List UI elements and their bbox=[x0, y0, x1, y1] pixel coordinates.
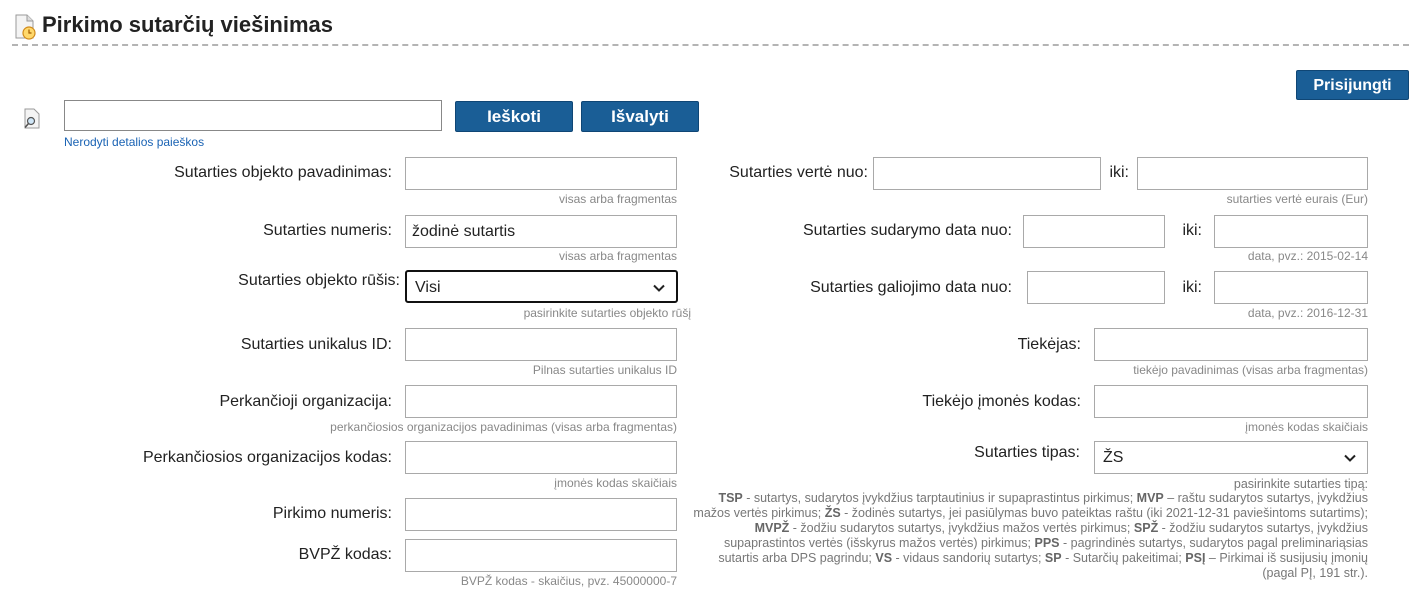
object-type-label: Sutarties objekto rūšis: bbox=[238, 272, 400, 289]
chevron-down-icon bbox=[653, 284, 665, 292]
login-button[interactable]: Prisijungti bbox=[1296, 70, 1409, 100]
buyer-code-label: Perkančiosios organizacijos kodas: bbox=[142, 449, 392, 466]
contract-type-label: Sutarties tipas: bbox=[974, 444, 1080, 461]
supplier-label: Tiekėjas: bbox=[1017, 336, 1081, 353]
contract-number-label: Sutarties numeris: bbox=[263, 222, 392, 239]
value-to-input[interactable] bbox=[1137, 157, 1368, 190]
supplier-hint: tiekėjo pavadinimas (visas arba fragment… bbox=[1133, 363, 1368, 377]
type-code: MVP bbox=[1136, 491, 1164, 505]
type-code: ŽS bbox=[824, 506, 841, 520]
object-type-select[interactable]: Visi bbox=[405, 270, 678, 303]
object-type-hint: pasirinkite sutarties objekto rūšį bbox=[523, 306, 691, 320]
contract-type-hint: pasirinkite sutarties tipą: bbox=[1233, 477, 1368, 491]
page-header: Pirkimo sutarčių viešinimas bbox=[12, 8, 1409, 46]
contract-number-hint: visas arba fragmentas bbox=[558, 249, 677, 263]
valid-date-to-input[interactable] bbox=[1214, 271, 1368, 304]
contract-number-input[interactable]: žodinė sutartis bbox=[405, 215, 677, 248]
search-input[interactable] bbox=[64, 100, 442, 131]
type-code: SP bbox=[1044, 551, 1062, 565]
supplier-code-hint: įmonės kodas skaičiais bbox=[1245, 420, 1368, 434]
value-from-input[interactable] bbox=[873, 157, 1101, 190]
type-code: SPŽ bbox=[1133, 521, 1159, 535]
value-from-label: Sutarties vertė nuo: bbox=[729, 164, 868, 181]
value-hint: sutarties vertė eurais (Eur) bbox=[1226, 192, 1368, 206]
valid-date-to-label: iki: bbox=[1182, 279, 1202, 296]
contract-type-select[interactable]: ŽS bbox=[1094, 441, 1368, 474]
object-name-label: Sutarties objekto pavadinimas: bbox=[174, 164, 392, 181]
valid-date-from-input[interactable] bbox=[1027, 271, 1165, 304]
type-text: - vidaus sandorių sutartys; bbox=[892, 551, 1045, 565]
document-clock-icon bbox=[15, 14, 36, 40]
object-type-value: Visi bbox=[415, 279, 441, 296]
contract-type-value: ŽS bbox=[1103, 449, 1124, 466]
type-code: PSĮ bbox=[1185, 551, 1206, 565]
valid-date-hint: data, pvz.: 2016-12-31 bbox=[1247, 306, 1368, 320]
signed-date-label: Sutarties sudarymo data nuo: bbox=[802, 222, 1012, 239]
type-text: - žodinės sutartys, jei pasiūlymas buvo … bbox=[840, 506, 1368, 520]
unique-id-hint: Pilnas sutarties unikalus ID bbox=[532, 363, 677, 377]
type-text: - sutartys, sudarytos įvykdžius tarptaut… bbox=[742, 491, 1137, 505]
signed-date-to-input[interactable] bbox=[1214, 215, 1368, 248]
type-code: PPS bbox=[1034, 536, 1060, 550]
type-code: MVPŽ bbox=[754, 521, 790, 535]
cpv-code-label: BVPŽ kodas: bbox=[298, 546, 392, 563]
signed-date-hint: data, pvz.: 2015-02-14 bbox=[1247, 249, 1368, 263]
buyer-code-hint: įmonės kodas skaičiais bbox=[554, 476, 677, 490]
supplier-code-input[interactable] bbox=[1094, 385, 1368, 418]
object-name-input[interactable] bbox=[405, 157, 677, 190]
contract-type-description: TSP - sutartys, sudarytos įvykdžius tarp… bbox=[692, 491, 1368, 581]
document-search-icon bbox=[24, 108, 40, 129]
unique-id-label: Sutarties unikalus ID: bbox=[240, 336, 392, 353]
valid-date-label: Sutarties galiojimo data nuo: bbox=[810, 279, 1012, 296]
procurement-number-input[interactable] bbox=[405, 498, 677, 531]
supplier-code-label: Tiekėjo įmonės kodas: bbox=[922, 393, 1081, 410]
clear-button[interactable]: Išvalyti bbox=[581, 101, 699, 132]
value-to-label: iki: bbox=[1109, 164, 1129, 181]
buyer-org-hint: perkančiosios organizacijos pavadinimas … bbox=[330, 420, 677, 434]
signed-date-to-label: iki: bbox=[1182, 222, 1202, 239]
buyer-code-input[interactable] bbox=[405, 441, 677, 474]
type-text: - Sutarčių pakeitimai; bbox=[1061, 551, 1186, 565]
procurement-number-label: Pirkimo numeris: bbox=[272, 505, 392, 522]
object-name-hint: visas arba fragmentas bbox=[558, 192, 677, 206]
supplier-input[interactable] bbox=[1094, 328, 1368, 361]
type-text: - žodžiu sudarytos sutartys, įvykdžius m… bbox=[789, 521, 1134, 535]
buyer-org-input[interactable] bbox=[405, 385, 677, 418]
signed-date-from-input[interactable] bbox=[1023, 215, 1165, 248]
type-text: – Pirkimai iš susijusių įmonių (pagal PĮ… bbox=[1205, 551, 1368, 580]
type-code: TSP bbox=[718, 491, 743, 505]
unique-id-input[interactable] bbox=[405, 328, 677, 361]
cpv-code-input[interactable] bbox=[405, 539, 677, 572]
buyer-org-label: Perkančioji organizacija: bbox=[219, 393, 392, 410]
toggle-detailed-search-link[interactable]: Nerodyti detalios paieškos bbox=[64, 135, 204, 149]
chevron-down-icon bbox=[1344, 454, 1356, 462]
page-title: Pirkimo sutarčių viešinimas bbox=[42, 12, 334, 37]
cpv-code-hint: BVPŽ kodas - skaičius, pvz. 45000000-7 bbox=[460, 574, 677, 588]
search-button[interactable]: Ieškoti bbox=[455, 101, 573, 132]
type-code: VS bbox=[875, 551, 893, 565]
